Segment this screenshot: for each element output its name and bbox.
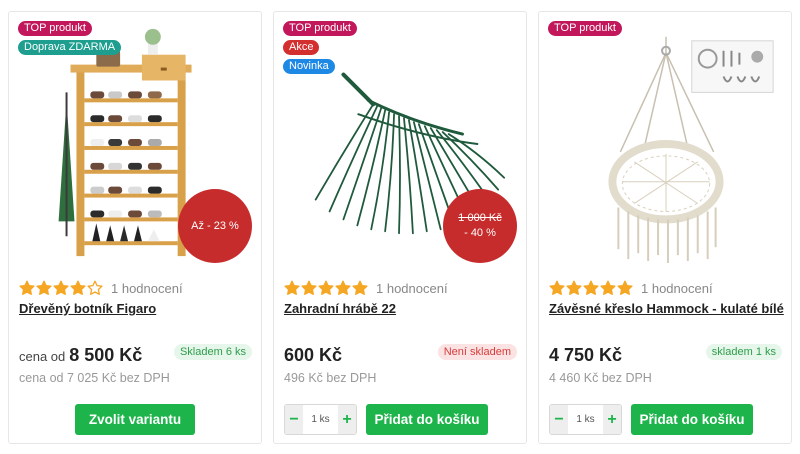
add-to-cart-button[interactable]: Přidat do košíku xyxy=(366,404,488,435)
flag-free-shipping: Doprava ZDARMA xyxy=(18,40,122,55)
add-to-cart-button[interactable]: Přidat do košíku xyxy=(631,404,753,435)
star-filled-icon xyxy=(318,280,334,295)
product-card: TOP produkt Doprava ZDARMA Až - 23 % 1 h… xyxy=(8,11,262,444)
star-filled-icon xyxy=(70,280,86,295)
price-block: 600 Kč 496 Kč bez DPH xyxy=(284,345,444,387)
product-title-link[interactable]: Dřevěný botník Figaro xyxy=(19,301,156,316)
choose-variant-button[interactable]: Zvolit variantu xyxy=(75,404,195,435)
product-flags: TOP produkt xyxy=(548,21,622,36)
plus-icon[interactable]: + xyxy=(338,405,356,434)
quantity-stepper: − 1 ks + xyxy=(549,404,622,435)
star-filled-icon xyxy=(53,280,69,295)
rating-stars xyxy=(19,280,103,296)
stock-badge: Skladem 6 ks xyxy=(173,344,252,360)
price-block: cena od 8 500 Kč cena od 7 025 Kč bez DP… xyxy=(19,345,179,387)
flag-new: Novinka xyxy=(283,59,335,74)
star-filled-icon xyxy=(301,280,317,295)
flag-top-product: TOP produkt xyxy=(548,21,622,36)
product-rating[interactable]: 1 hodnocení xyxy=(549,278,713,298)
product-image[interactable] xyxy=(539,12,791,274)
star-filled-icon xyxy=(583,280,599,295)
quantity-input[interactable]: 1 ks xyxy=(303,405,338,434)
price-value: 600 Kč xyxy=(284,345,343,365)
product-rating[interactable]: 1 hodnocení xyxy=(284,278,448,298)
original-price: 1 000 Kč xyxy=(458,212,502,224)
discount-label: - 40 % xyxy=(464,227,496,239)
rating-stars xyxy=(549,280,633,296)
product-rating[interactable]: 1 hodnocení xyxy=(19,278,183,298)
flag-top-product: TOP produkt xyxy=(18,21,92,36)
price-without-vat: 4 460 Kč bez DPH xyxy=(549,371,652,385)
flag-top-product: TOP produkt xyxy=(283,21,357,36)
quantity-input[interactable]: 1 ks xyxy=(568,405,603,434)
discount-badge: 1 000 Kč - 40 % xyxy=(443,189,517,263)
price-without-vat: 496 Kč bez DPH xyxy=(284,371,377,385)
discount-badge: Až - 23 % xyxy=(178,189,252,263)
star-filled-icon xyxy=(566,280,582,295)
star-filled-icon xyxy=(617,280,633,295)
rating-stars xyxy=(284,280,368,296)
price-prefix: cena od xyxy=(19,349,66,364)
rating-count: 1 hodnocení xyxy=(641,280,713,296)
product-card: TOP produkt Akce Novinka 1 000 Kč - 40 %… xyxy=(273,11,527,444)
product-grid: TOP produkt Doprava ZDARMA Až - 23 % 1 h… xyxy=(0,0,800,454)
product-card: TOP produkt 1 hodnocení Závěsné křeslo H… xyxy=(538,11,792,444)
star-empty-icon xyxy=(87,280,103,295)
price-block: 4 750 Kč 4 460 Kč bez DPH xyxy=(549,345,709,387)
star-filled-icon xyxy=(549,280,565,295)
product-flags: TOP produkt Akce Novinka xyxy=(283,21,357,74)
minus-icon[interactable]: − xyxy=(550,405,568,434)
rating-count: 1 hodnocení xyxy=(376,280,448,296)
product-title-link[interactable]: Závěsné křeslo Hammock - kulaté bílé xyxy=(549,301,784,316)
plus-icon[interactable]: + xyxy=(603,405,621,434)
star-filled-icon xyxy=(352,280,368,295)
stock-badge: skladem 1 ks xyxy=(705,344,782,360)
hammock-chair-image xyxy=(608,36,774,264)
rating-count: 1 hodnocení xyxy=(111,280,183,296)
price-value: 8 500 Kč xyxy=(69,345,143,365)
flag-sale: Akce xyxy=(283,40,320,55)
star-filled-icon xyxy=(600,280,616,295)
stock-badge: Není skladem xyxy=(437,344,517,360)
quantity-stepper: − 1 ks + xyxy=(284,404,357,435)
product-title-link[interactable]: Zahradní hrábě 22 xyxy=(284,301,396,316)
product-flags: TOP produkt Doprava ZDARMA xyxy=(18,21,122,55)
star-filled-icon xyxy=(19,280,35,295)
star-filled-icon xyxy=(335,280,351,295)
minus-icon[interactable]: − xyxy=(285,405,303,434)
price-value: 4 750 Kč xyxy=(549,345,623,365)
discount-label: Až - 23 % xyxy=(191,219,239,232)
star-filled-icon xyxy=(284,280,300,295)
star-filled-icon xyxy=(36,280,52,295)
price-without-vat: cena od 7 025 Kč bez DPH xyxy=(19,371,170,385)
